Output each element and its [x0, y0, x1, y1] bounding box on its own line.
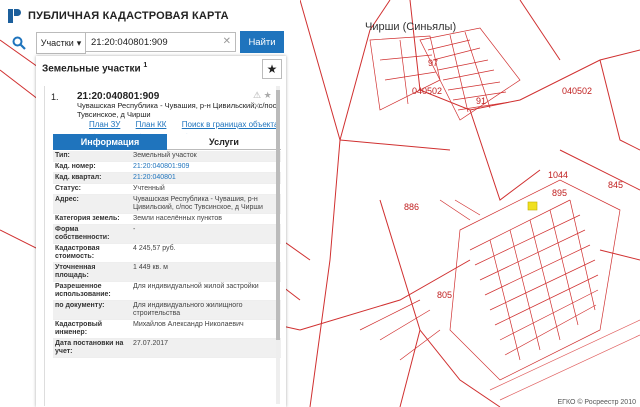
- table-row: Дата постановки на учет: 27.07.2017: [53, 339, 281, 358]
- search-bar: Участки ▾ 21:20:040801:909 ✕ Найти: [8, 31, 286, 54]
- map-label: 97: [428, 58, 439, 68]
- row-value: Учтенный: [133, 185, 165, 192]
- panel-title: Земельные участки 1: [42, 62, 148, 75]
- tab-services[interactable]: Услуги: [167, 134, 281, 150]
- row-value: -: [133, 226, 136, 233]
- table-row: Адрес: Чувашская Республика - Чувашия, р-…: [53, 195, 281, 214]
- map-label: 040502: [412, 86, 443, 96]
- row-value: Земли населённых пунктов: [133, 215, 223, 222]
- favorite-star-icon[interactable]: ★: [262, 59, 282, 79]
- logo-icon: [8, 9, 22, 23]
- row-label: Форма собственности:: [55, 226, 110, 241]
- map-label: 845: [608, 180, 624, 190]
- row-label: Адрес:: [55, 196, 79, 203]
- table-row: по документу: Для индивидуального жилищно…: [53, 301, 281, 320]
- table-row: Форма собственности: -: [53, 225, 281, 244]
- row-value: Михайлов Александр Николаевич: [133, 321, 244, 328]
- row-label: Статус:: [55, 185, 81, 192]
- search-input[interactable]: 21:20:040801:909 ✕: [86, 32, 236, 52]
- map-label: 895: [552, 188, 568, 198]
- table-row: Кадастровый инженер: Михайлов Александр Н…: [53, 320, 281, 339]
- app-title: ПУБЛИЧНАЯ КАДАСТРОВАЯ КАРТА: [28, 10, 229, 22]
- chevron-down-icon: ▾: [76, 37, 82, 48]
- row-label: Кадастровый инженер:: [55, 321, 103, 336]
- village-label: Чирши (Синьялы): [365, 21, 457, 33]
- table-row: Кадастровая стоимость: 4 245,57 руб.: [53, 244, 281, 263]
- row-label: Кадастровая стоимость:: [55, 245, 100, 260]
- result-count: 1: [143, 62, 148, 69]
- row-value: 4 245,57 руб.: [133, 245, 176, 252]
- row-value: Для индивидуального жилищного строительс…: [133, 302, 243, 317]
- table-row: Тип: Земельный участок: [53, 151, 281, 162]
- row-value: Земельный участок: [133, 152, 197, 159]
- map-label: 91: [476, 96, 487, 106]
- item-address: Чувашская Республика - Чувашия, р-н Циви…: [77, 101, 277, 119]
- results-panel: Земельные участки 1 ★ 1. 21:20:040801:90…: [36, 56, 286, 407]
- clear-icon[interactable]: ✕: [223, 36, 231, 47]
- attribute-table: Тип: Земельный участок Кад. номер: 21:20:0…: [53, 151, 281, 406]
- table-row: Кад. номер: 21:20:040801:909: [53, 162, 281, 173]
- item-number: 1.: [51, 92, 59, 102]
- row-label: Разрешенное использование:: [55, 283, 111, 298]
- search-type-label: Участки: [40, 38, 74, 48]
- parcel-card: 1. 21:20:040801:909 ⚠ ★ ✕ Чувашская Респ…: [44, 86, 281, 406]
- row-value[interactable]: 21:20:040801: [131, 173, 281, 183]
- row-value: Чувашская Республика - Чувашия, р-н Циви…: [133, 196, 263, 211]
- search-icon[interactable]: [8, 32, 32, 54]
- table-row: Уточненная площадь: 1 449 кв. м: [53, 263, 281, 282]
- row-label: Кад. номер:: [55, 163, 96, 170]
- map-label: 886: [404, 202, 420, 212]
- map-label: 1044: [548, 170, 569, 180]
- row-value: Для индивидуальной жилой застройки: [133, 283, 259, 290]
- search-query: 21:20:040801:909: [91, 36, 168, 48]
- map-label: 805: [437, 290, 453, 300]
- row-label: Категория земель:: [55, 215, 120, 222]
- row-value[interactable]: 21:20:040801:909: [131, 162, 281, 172]
- table-row: Кад. квартал: 21:20:040801: [53, 173, 281, 184]
- app-header: ПУБЛИЧНАЯ КАДАСТРОВАЯ КАРТА: [0, 0, 300, 32]
- scrollbar-thumb[interactable]: [276, 90, 280, 340]
- map-copyright: ЕГКО © Росреестр 2010: [557, 399, 636, 406]
- map-label: 040502: [562, 86, 593, 96]
- row-label: Дата постановки на учет:: [55, 340, 124, 355]
- tab-information[interactable]: Информация: [53, 134, 167, 150]
- search-type-select[interactable]: Участки ▾: [36, 32, 86, 54]
- selected-parcel: [527, 201, 538, 211]
- panel-scrollbar[interactable]: [276, 86, 280, 404]
- table-row: Разрешенное использование: Для индивидуал…: [53, 282, 281, 301]
- row-value: 27.07.2017: [133, 340, 169, 347]
- table-row: Категория земель: Земли населённых пункто…: [53, 214, 281, 225]
- row-label: по документу:: [55, 302, 105, 309]
- info-tabs: Информация Услуги: [53, 134, 281, 150]
- search-button[interactable]: Найти: [240, 31, 284, 53]
- row-label: Кад. квартал:: [55, 174, 102, 181]
- row-label: Тип:: [55, 152, 70, 159]
- row-label: Уточненная площадь:: [55, 264, 96, 279]
- row-value: 1 449 кв. м: [133, 264, 168, 271]
- table-row: Статус: Учтенный: [53, 184, 281, 195]
